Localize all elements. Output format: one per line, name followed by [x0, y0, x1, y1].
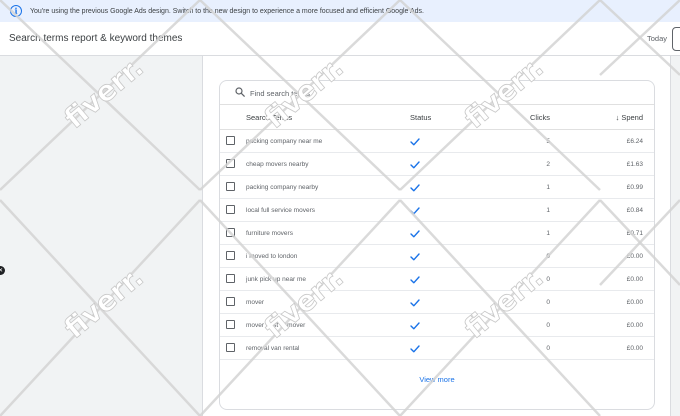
status-check-icon [410, 268, 424, 291]
search-term-cell: packing company nearby [246, 184, 319, 191]
table-row[interactable]: packing company near me 5 £6.24 [220, 130, 654, 153]
row-checkbox[interactable] [226, 251, 235, 260]
status-check-icon [410, 176, 424, 199]
row-checkbox[interactable] [226, 274, 235, 283]
spend-cell: £0.84 [626, 207, 643, 214]
status-check-icon [410, 222, 424, 245]
search-term-cell: local full service movers [246, 207, 315, 214]
row-checkbox[interactable] [226, 320, 235, 329]
status-check-icon [410, 291, 424, 314]
banner-text: You're using the previous Google Ads des… [30, 7, 424, 15]
date-range-button[interactable] [672, 27, 680, 51]
sort-descending-icon: ↓ [615, 113, 620, 122]
right-scroll-area [670, 56, 680, 416]
row-checkbox[interactable] [226, 136, 235, 145]
search-term-cell: furniture movers [246, 230, 293, 237]
spend-cell: £0.00 [626, 345, 643, 352]
spend-cell: £0.71 [626, 230, 643, 237]
column-header-status[interactable]: Status [410, 106, 431, 129]
spend-cell: £0.00 [626, 276, 643, 283]
view-more-link[interactable]: View more [220, 375, 654, 384]
clicks-cell: 0 [546, 345, 550, 352]
column-header-clicks[interactable]: Clicks [500, 106, 550, 129]
spend-cell: £0.00 [626, 322, 643, 329]
row-checkbox[interactable] [226, 182, 235, 191]
table-row[interactable]: removal van rental 0 £0.00 [220, 337, 654, 360]
row-checkbox[interactable] [226, 343, 235, 352]
clicks-cell: 0 [546, 276, 550, 283]
column-header-spend-label: Spend [621, 113, 643, 122]
row-checkbox[interactable] [226, 228, 235, 237]
status-check-icon [410, 314, 424, 337]
page-title: Search terms report & keyword themes [9, 33, 183, 44]
info-icon: i [10, 5, 22, 17]
table-row[interactable]: cheap movers nearby 2 £1.63 [220, 153, 654, 176]
clicks-cell: 2 [546, 161, 550, 168]
search-term-cell: i moved to london [246, 253, 298, 260]
table-row[interactable]: local full service movers 1 £0.84 [220, 199, 654, 222]
row-checkbox[interactable] [226, 205, 235, 214]
close-icon[interactable]: ✕ [0, 266, 5, 275]
spend-cell: £6.24 [626, 138, 643, 145]
status-check-icon [410, 337, 424, 360]
clicks-cell: 1 [546, 184, 550, 191]
row-checkbox[interactable] [226, 159, 235, 168]
status-check-icon [410, 153, 424, 176]
search-term-cell: junk pick up near me [246, 276, 306, 283]
spend-cell: £1.63 [626, 161, 643, 168]
search-term-cell: cheap movers nearby [246, 161, 309, 168]
search-input[interactable] [250, 86, 450, 100]
table-row[interactable]: i moved to london 0 £0.00 [220, 245, 654, 268]
search-term-cell: removal van rental [246, 345, 300, 352]
page-header: Search terms report & keyword themes Tod… [0, 22, 680, 56]
clicks-cell: 0 [546, 322, 550, 329]
table-row[interactable]: mover best of mover 0 £0.00 [220, 314, 654, 337]
column-header-search-terms[interactable]: Search Terms [246, 106, 292, 129]
search-term-cell: mover [246, 299, 265, 306]
search-term-cell: mover best of mover [246, 322, 306, 329]
table-row[interactable]: furniture movers 1 £0.71 [220, 222, 654, 245]
table-row[interactable]: packing company nearby 1 £0.99 [220, 176, 654, 199]
clicks-cell: 1 [546, 207, 550, 214]
search-terms-card: Search Terms Status Clicks ↓ Spend packi… [219, 80, 655, 410]
date-range-label[interactable]: Today [647, 34, 667, 43]
clicks-cell: 1 [546, 230, 550, 237]
status-check-icon [410, 130, 424, 153]
search-bar [220, 81, 654, 105]
row-checkbox[interactable] [226, 297, 235, 306]
spend-cell: £0.00 [626, 299, 643, 306]
design-notice-banner: i You're using the previous Google Ads d… [0, 0, 680, 22]
search-icon [235, 87, 245, 97]
clicks-cell: 0 [546, 253, 550, 260]
column-header-spend[interactable]: ↓ Spend [580, 106, 643, 129]
table-row[interactable]: mover 0 £0.00 [220, 291, 654, 314]
spend-cell: £0.99 [626, 184, 643, 191]
table-row[interactable]: junk pick up near me 0 £0.00 [220, 268, 654, 291]
clicks-cell: 0 [546, 299, 550, 306]
clicks-cell: 5 [546, 138, 550, 145]
spend-cell: £0.00 [626, 253, 643, 260]
left-panel: ✕ [0, 56, 203, 416]
status-check-icon [410, 245, 424, 268]
main-content: Search Terms Status Clicks ↓ Spend packi… [203, 56, 670, 416]
search-term-cell: packing company near me [246, 138, 323, 145]
status-check-icon [410, 199, 424, 222]
